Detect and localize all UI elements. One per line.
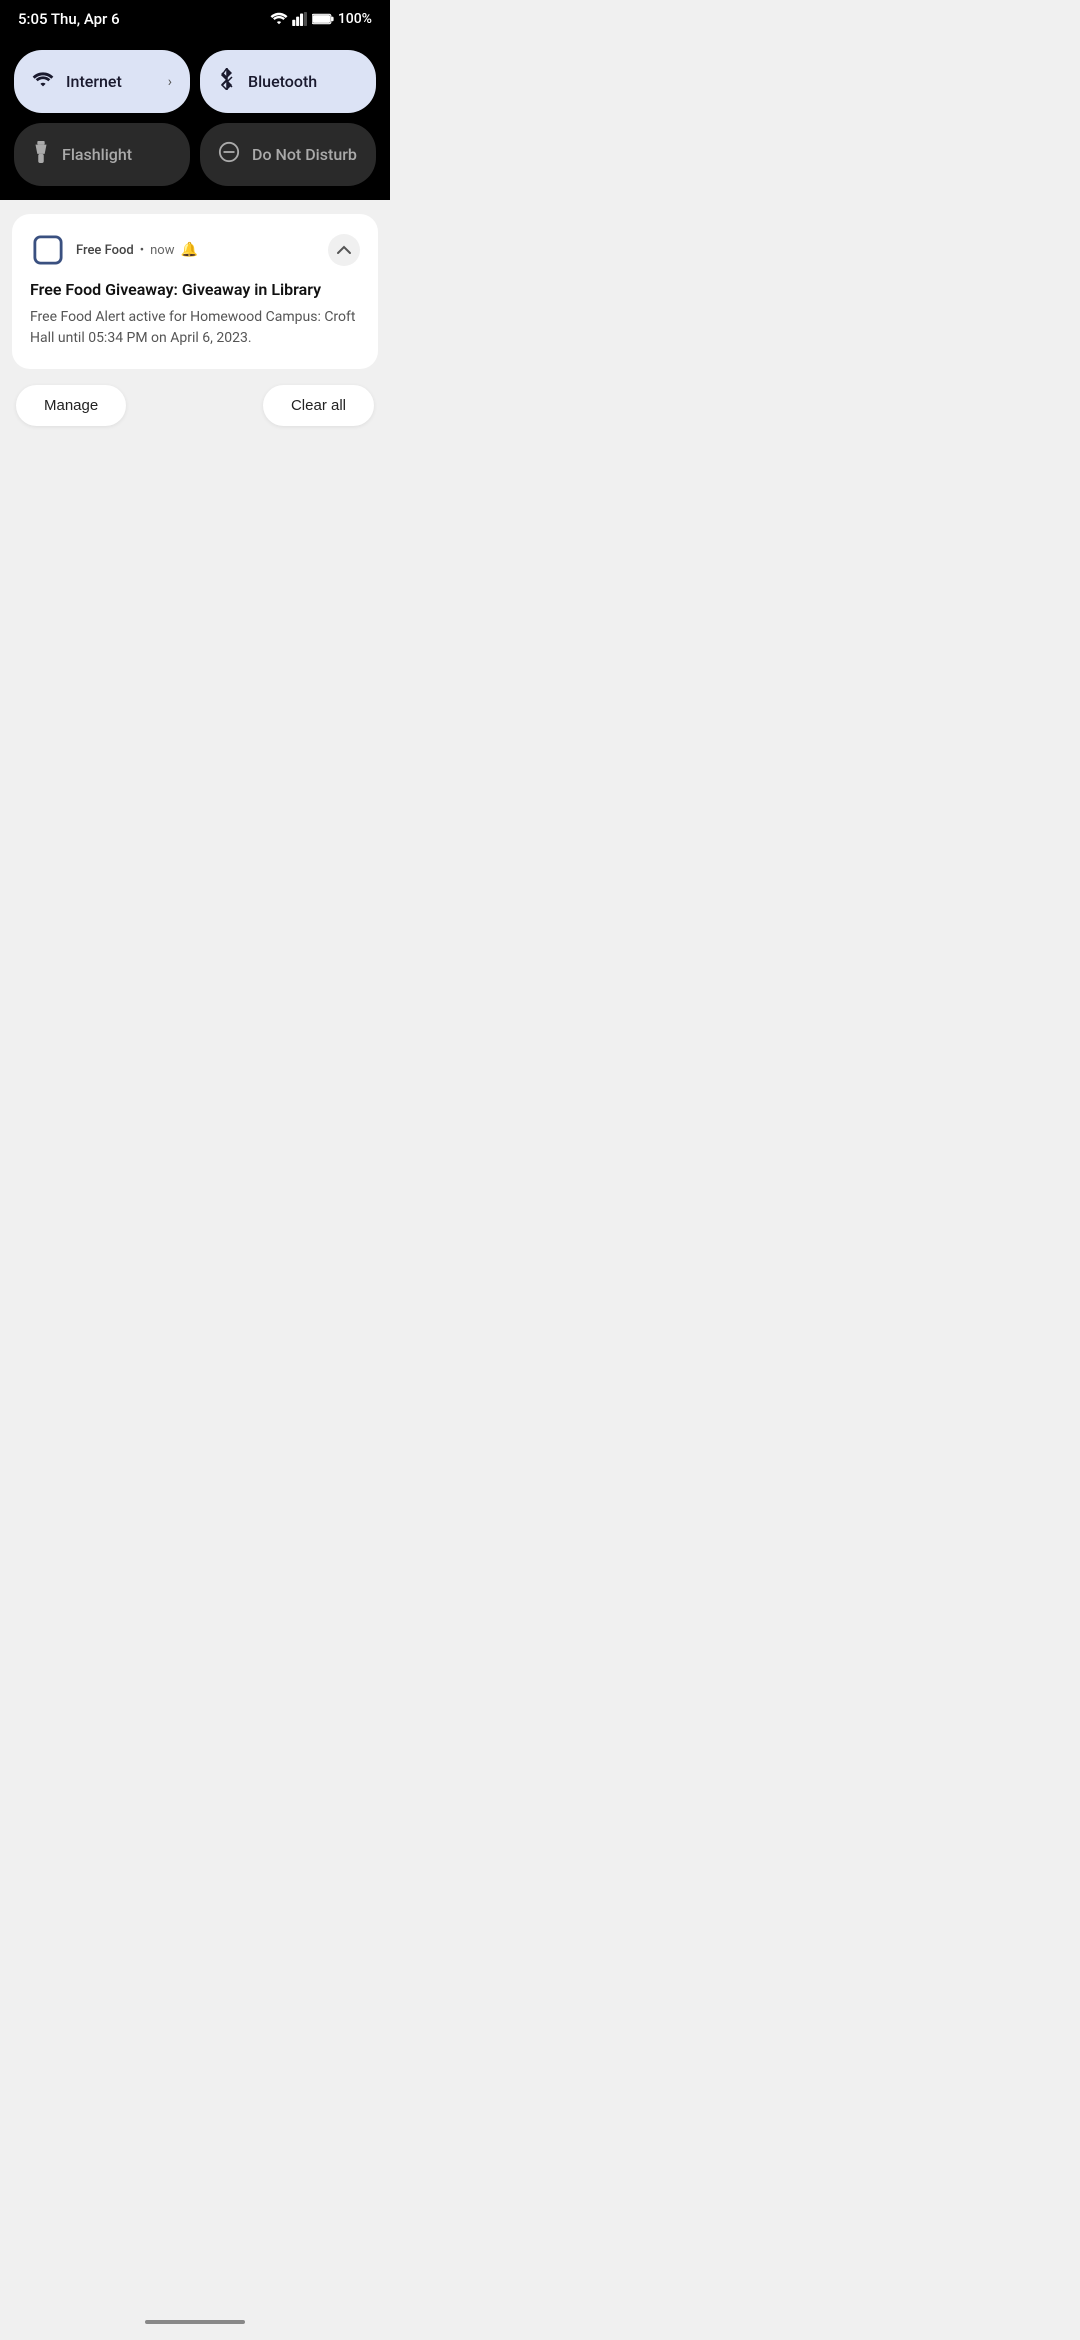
notif-expand-button[interactable] [328,234,360,266]
nav-bar [0,2310,390,2340]
status-icons: 100% [270,11,372,27]
battery-icon [312,13,334,25]
dnd-tile[interactable]: Do Not Disturb [200,123,376,186]
notif-app-icon [30,232,66,268]
bluetooth-tile[interactable]: Bluetooth [200,50,376,113]
status-bar: 5:05 Thu, Apr 6 100% [0,0,390,36]
quick-settings-panel: Internet › Bluetooth Flashlight [0,36,390,200]
battery-pct: 100% [338,11,372,27]
notification-header-left: Free Food • now 🔔 [30,232,198,268]
flashlight-label: Flashlight [62,145,132,164]
flashlight-qs-icon [32,141,50,168]
manage-button[interactable]: Manage [16,385,126,426]
notif-bell-icon: 🔔 [181,242,198,258]
internet-label: Internet [66,72,122,91]
notification-area: Free Food • now 🔔 Free Food Giveaway: Gi… [0,200,390,450]
spacer [0,450,390,510]
nav-indicator [145,2320,245,2324]
signal-icon [292,12,308,26]
action-row: Manage Clear all [12,369,378,430]
notif-app-name: Free Food [76,243,134,258]
clear-all-button[interactable]: Clear all [263,385,374,426]
notif-body: Free Food Alert active for Homewood Camp… [30,307,360,349]
wifi-qs-icon [32,70,54,94]
dnd-label: Do Not Disturb [252,145,357,164]
notif-title: Free Food Giveaway: Giveaway in Library [30,280,360,301]
bluetooth-qs-icon [218,68,236,95]
dnd-qs-icon [218,141,240,168]
internet-tile[interactable]: Internet › [14,50,190,113]
notification-card-freefood: Free Food • now 🔔 Free Food Giveaway: Gi… [12,214,378,369]
notif-time: now [150,243,174,258]
notification-header: Free Food • now 🔔 [30,232,360,268]
notif-meta: Free Food • now 🔔 [76,242,198,258]
notif-separator: • [140,243,144,258]
bluetooth-label: Bluetooth [248,72,317,91]
status-time: 5:05 Thu, Apr 6 [18,10,120,28]
wifi-icon [270,12,288,26]
flashlight-tile[interactable]: Flashlight [14,123,190,186]
internet-chevron-icon: › [168,74,172,90]
